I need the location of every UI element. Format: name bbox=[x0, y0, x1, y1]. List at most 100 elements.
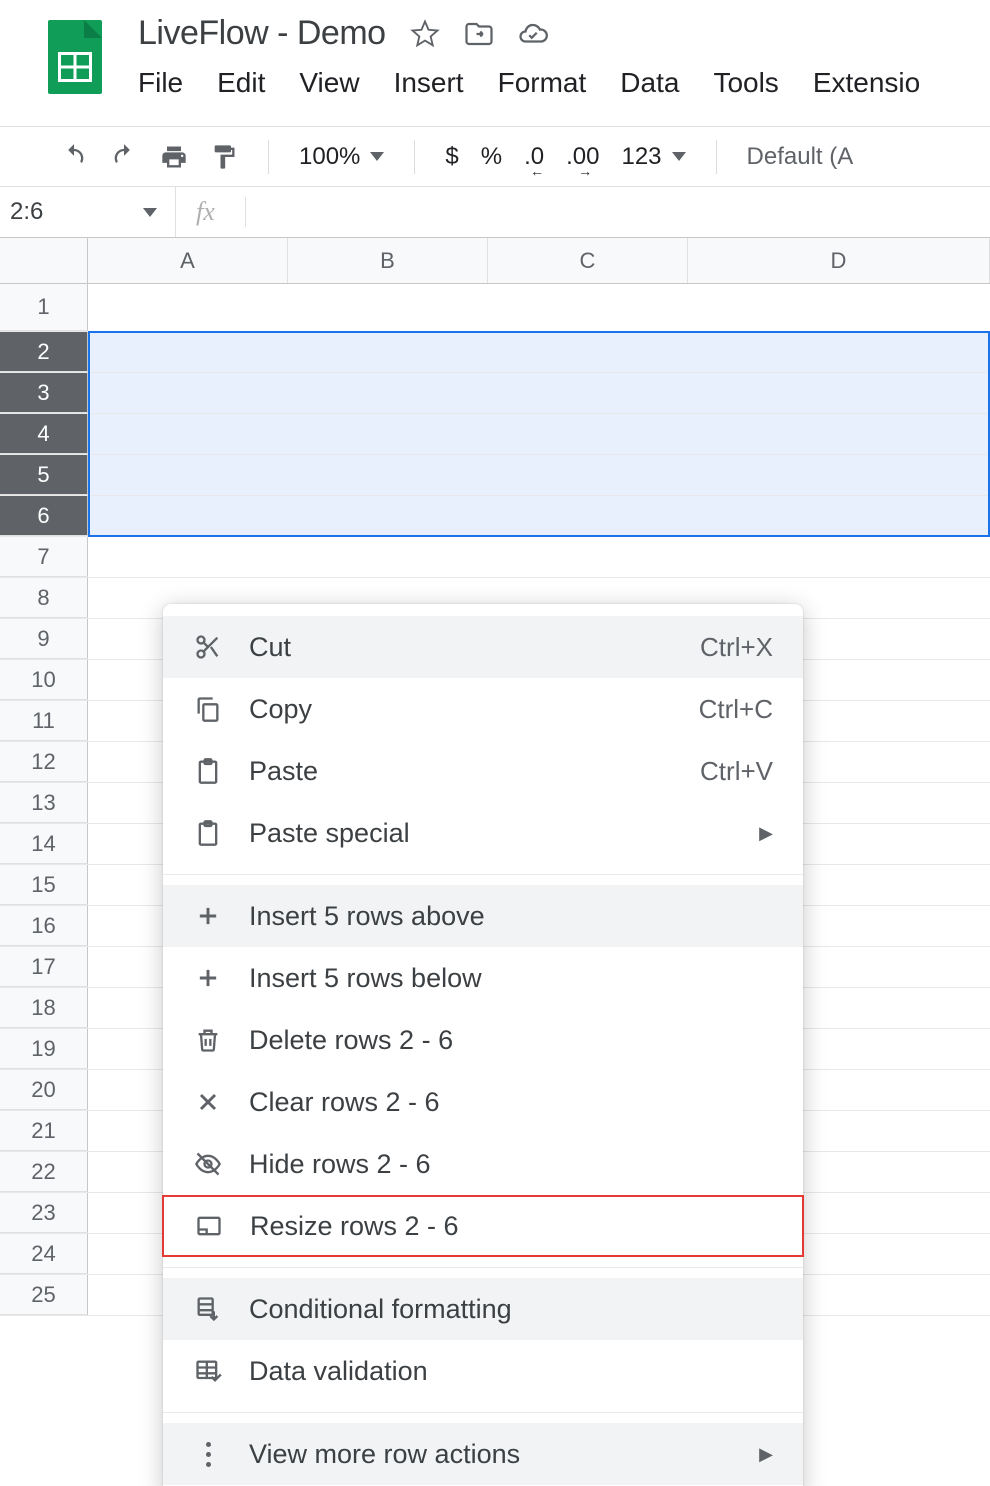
increase-decimal[interactable]: .00→ bbox=[566, 143, 599, 171]
row-cells-1[interactable] bbox=[88, 284, 990, 331]
ctx-hide-rows-2-6[interactable]: Hide rows 2 - 6 bbox=[163, 1133, 803, 1195]
row-header-1[interactable]: 1 bbox=[0, 284, 88, 331]
formula-bar-row: 2:6 fx bbox=[0, 186, 990, 238]
menu-insert[interactable]: Insert bbox=[394, 67, 464, 99]
ctx-paste-special[interactable]: Paste special ▶ bbox=[163, 802, 803, 864]
menu-bar: File Edit View Insert Format Data Tools … bbox=[138, 67, 920, 99]
ctx-view-more-row-actions[interactable]: View more row actions ▶ bbox=[163, 1423, 803, 1485]
cf-icon bbox=[193, 1294, 223, 1324]
row-header-3[interactable]: 3 bbox=[0, 373, 88, 413]
row-cells-5[interactable] bbox=[88, 455, 990, 495]
x-icon bbox=[193, 1087, 223, 1117]
undo-icon[interactable] bbox=[60, 143, 88, 171]
col-header-b[interactable]: B bbox=[288, 238, 488, 283]
paste-icon bbox=[193, 756, 223, 786]
row-cells-4[interactable] bbox=[88, 414, 990, 454]
row-header-15[interactable]: 15 bbox=[0, 865, 88, 905]
plus-icon bbox=[193, 901, 223, 931]
ctx-item-label: Paste bbox=[249, 756, 674, 787]
row-header-25[interactable]: 25 bbox=[0, 1275, 88, 1315]
menu-data[interactable]: Data bbox=[620, 67, 679, 99]
row-cells-6[interactable] bbox=[88, 496, 990, 536]
move-folder-icon[interactable] bbox=[464, 19, 494, 49]
row-header-11[interactable]: 11 bbox=[0, 701, 88, 741]
row-header-9[interactable]: 9 bbox=[0, 619, 88, 659]
menu-tools[interactable]: Tools bbox=[713, 67, 778, 99]
ctx-insert-5-rows-above[interactable]: Insert 5 rows above bbox=[163, 885, 803, 947]
redo-icon[interactable] bbox=[110, 143, 138, 171]
font-selector[interactable]: Default (A bbox=[747, 143, 854, 171]
row-header-24[interactable]: 24 bbox=[0, 1234, 88, 1274]
ctx-conditional-formatting[interactable]: Conditional formatting bbox=[163, 1278, 803, 1340]
row-header-22[interactable]: 22 bbox=[0, 1152, 88, 1192]
ctx-delete-rows-2-6[interactable]: Delete rows 2 - 6 bbox=[163, 1009, 803, 1071]
row-header-7[interactable]: 7 bbox=[0, 537, 88, 577]
row-header-23[interactable]: 23 bbox=[0, 1193, 88, 1233]
row-header-6[interactable]: 6 bbox=[0, 496, 88, 536]
format-percent[interactable]: % bbox=[481, 143, 502, 171]
row-header-21[interactable]: 21 bbox=[0, 1111, 88, 1151]
menu-edit[interactable]: Edit bbox=[217, 67, 265, 99]
ctx-item-label: Insert 5 rows below bbox=[249, 963, 773, 994]
row-header-13[interactable]: 13 bbox=[0, 783, 88, 823]
ctx-item-label: Copy bbox=[249, 694, 673, 725]
ctx-data-validation[interactable]: Data validation bbox=[163, 1340, 803, 1402]
row-header-17[interactable]: 17 bbox=[0, 947, 88, 987]
format-currency[interactable]: $ bbox=[445, 143, 458, 171]
submenu-arrow-icon: ▶ bbox=[759, 1444, 773, 1465]
name-box[interactable]: 2:6 bbox=[0, 187, 176, 237]
decrease-decimal[interactable]: .0← bbox=[524, 143, 544, 171]
ctx-copy[interactable]: Copy Ctrl+C bbox=[163, 678, 803, 740]
context-menu: Cut Ctrl+X Copy Ctrl+C Paste Ctrl+V Past… bbox=[163, 604, 803, 1486]
menu-file[interactable]: File bbox=[138, 67, 183, 99]
row-cells-2[interactable] bbox=[88, 332, 990, 372]
ctx-item-label: View more row actions bbox=[249, 1439, 733, 1470]
row-header-16[interactable]: 16 bbox=[0, 906, 88, 946]
row-cells-3[interactable] bbox=[88, 373, 990, 413]
menu-extensions[interactable]: Extensio bbox=[813, 67, 920, 99]
ctx-clear-rows-2-6[interactable]: Clear rows 2 - 6 bbox=[163, 1071, 803, 1133]
zoom-selector[interactable]: 100% bbox=[299, 143, 384, 171]
ctx-insert-5-rows-below[interactable]: Insert 5 rows below bbox=[163, 947, 803, 1009]
ctx-shortcut: Ctrl+C bbox=[699, 694, 773, 725]
ctx-item-label: Data validation bbox=[249, 1356, 773, 1387]
ctx-cut[interactable]: Cut Ctrl+X bbox=[163, 616, 803, 678]
menu-view[interactable]: View bbox=[299, 67, 359, 99]
print-icon[interactable] bbox=[160, 143, 188, 171]
ctx-item-label: Hide rows 2 - 6 bbox=[249, 1149, 773, 1180]
row-header-18[interactable]: 18 bbox=[0, 988, 88, 1028]
select-all-corner[interactable] bbox=[0, 238, 88, 283]
ctx-item-label: Clear rows 2 - 6 bbox=[249, 1087, 773, 1118]
col-header-c[interactable]: C bbox=[488, 238, 688, 283]
eyeoff-icon bbox=[193, 1149, 223, 1179]
row-header-5[interactable]: 5 bbox=[0, 455, 88, 495]
paint-format-icon[interactable] bbox=[210, 143, 238, 171]
cloud-status-icon[interactable] bbox=[518, 19, 548, 49]
row-header-4[interactable]: 4 bbox=[0, 414, 88, 454]
star-icon[interactable] bbox=[410, 19, 440, 49]
row-header-20[interactable]: 20 bbox=[0, 1070, 88, 1110]
row-header-2[interactable]: 2 bbox=[0, 332, 88, 372]
spreadsheet-grid[interactable]: A B C D 12345678910111213141516171819202… bbox=[0, 238, 990, 1316]
sheets-logo[interactable] bbox=[48, 20, 102, 94]
row-header-10[interactable]: 10 bbox=[0, 660, 88, 700]
more-formats[interactable]: 123 bbox=[621, 143, 685, 171]
ctx-paste[interactable]: Paste Ctrl+V bbox=[163, 740, 803, 802]
col-header-a[interactable]: A bbox=[88, 238, 288, 283]
ctx-resize-rows-2-6[interactable]: Resize rows 2 - 6 bbox=[162, 1195, 804, 1257]
row-header-8[interactable]: 8 bbox=[0, 578, 88, 618]
trash-icon bbox=[193, 1025, 223, 1055]
submenu-arrow-icon: ▶ bbox=[759, 823, 773, 844]
ctx-item-label: Conditional formatting bbox=[249, 1294, 773, 1325]
menu-format[interactable]: Format bbox=[498, 67, 587, 99]
document-title[interactable]: LiveFlow - Demo bbox=[138, 14, 386, 53]
resize-icon bbox=[194, 1211, 224, 1241]
row-header-19[interactable]: 19 bbox=[0, 1029, 88, 1069]
plus-icon bbox=[193, 963, 223, 993]
ctx-item-label: Cut bbox=[249, 632, 674, 663]
row-cells-7[interactable] bbox=[88, 537, 990, 577]
row-header-14[interactable]: 14 bbox=[0, 824, 88, 864]
col-header-d[interactable]: D bbox=[688, 238, 990, 283]
more-icon bbox=[193, 1439, 223, 1469]
row-header-12[interactable]: 12 bbox=[0, 742, 88, 782]
